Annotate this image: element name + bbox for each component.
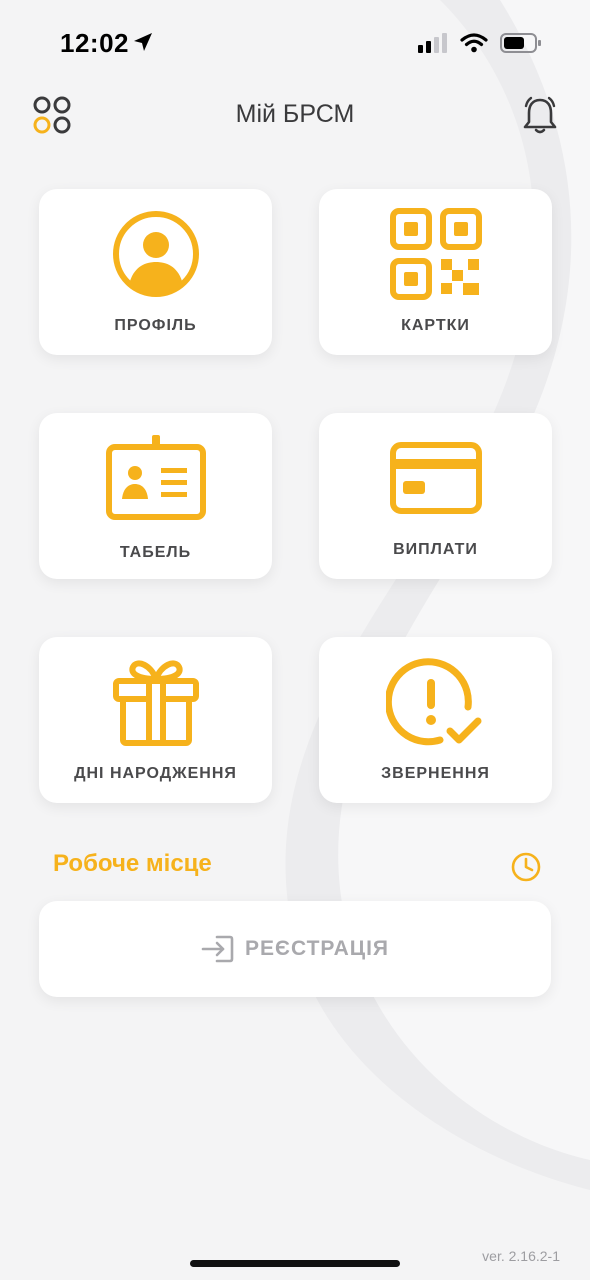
tile-label: ПРОФІЛЬ (114, 317, 197, 334)
gift-icon (112, 660, 199, 746)
tile-payments[interactable]: ВИПЛАТИ (319, 413, 552, 579)
credit-card-icon (389, 442, 482, 514)
home-indicator (190, 1260, 400, 1267)
registration-label: РЕЄСТРАЦІЯ (244, 937, 390, 960)
login-icon (201, 935, 234, 963)
wifi-icon (460, 33, 488, 53)
status-icons (418, 32, 542, 54)
bell-icon (523, 96, 557, 134)
clock-icon (511, 852, 541, 882)
id-badge-icon (105, 435, 206, 520)
tile-label: ВИПЛАТИ (393, 541, 478, 558)
alert-check-icon (385, 658, 481, 746)
registration-button[interactable]: РЕЄСТРАЦІЯ (39, 901, 551, 997)
status-bar: 12:02 (0, 0, 590, 88)
qr-code-icon (389, 208, 482, 300)
tile-cards[interactable]: КАРТКИ (319, 189, 552, 355)
workplace-section-title: Робоче місце (53, 850, 212, 877)
tile-birthdays[interactable]: ДНІ НАРОДЖЕННЯ (39, 637, 272, 803)
profile-icon (112, 211, 199, 297)
tile-label: ТАБЕЛЬ (119, 544, 192, 561)
tile-label: ДНІ НАРОДЖЕННЯ (74, 765, 237, 782)
tile-label: ЗВЕРНЕННЯ (381, 765, 490, 782)
location-arrow-icon (134, 33, 152, 51)
tile-profile[interactable]: ПРОФІЛЬ (39, 189, 272, 355)
status-time: 12:02 (60, 28, 129, 58)
app-version: ver. 2.16.2-1 (482, 1248, 560, 1264)
app-header: Мій БРСМ (0, 88, 590, 144)
battery-icon (500, 33, 541, 53)
tile-timesheet[interactable]: ТАБЕЛЬ (39, 413, 272, 579)
workplace-card: РЕЄСТРАЦІЯ (39, 901, 551, 997)
tile-requests[interactable]: ЗВЕРНЕННЯ (319, 637, 552, 803)
cellular-signal-icon (418, 33, 447, 53)
tile-label: КАРТКИ (401, 317, 470, 334)
history-button[interactable] (510, 851, 542, 883)
page-title: Мій БРСМ (235, 100, 355, 128)
notifications-button[interactable] (522, 96, 558, 136)
